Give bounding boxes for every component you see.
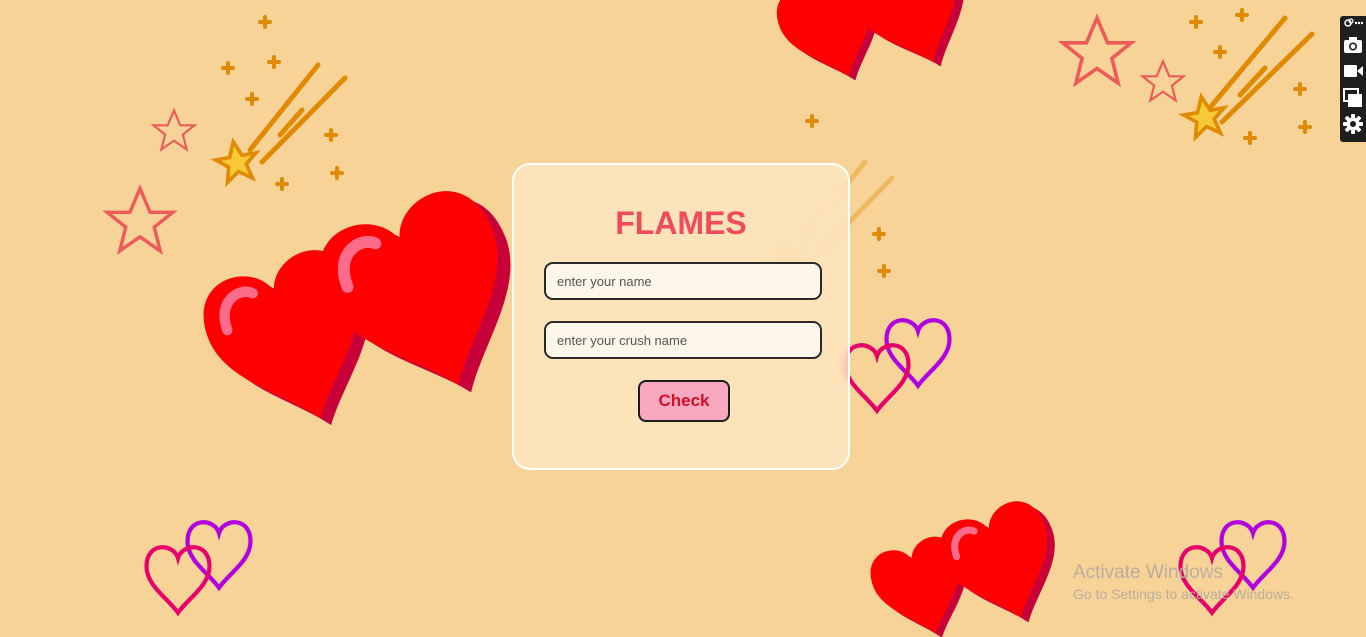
watermark-title: Activate Windows <box>1073 562 1223 583</box>
windows-activation-watermark: Activate Windows Go to Settings to activ… <box>1073 562 1294 602</box>
gear-icon[interactable] <box>1343 114 1363 134</box>
camera-icon[interactable] <box>1343 35 1363 55</box>
flames-card: FLAMES Check <box>512 163 850 470</box>
hearts-bottom <box>864 493 1080 637</box>
name-input[interactable] <box>544 262 822 300</box>
window-icon[interactable] <box>1343 88 1363 108</box>
hearts-top <box>769 0 991 97</box>
screen-capture-toolbar <box>1340 16 1366 142</box>
watermark-subtitle: Go to Settings to activate Windows. <box>1073 586 1294 602</box>
link-icon[interactable] <box>1343 18 1363 28</box>
page-title: FLAMES <box>615 205 747 241</box>
check-button[interactable]: Check <box>638 380 730 422</box>
video-icon[interactable] <box>1343 61 1363 81</box>
crush-name-input[interactable] <box>544 321 822 359</box>
big-hearts-left <box>191 177 555 452</box>
